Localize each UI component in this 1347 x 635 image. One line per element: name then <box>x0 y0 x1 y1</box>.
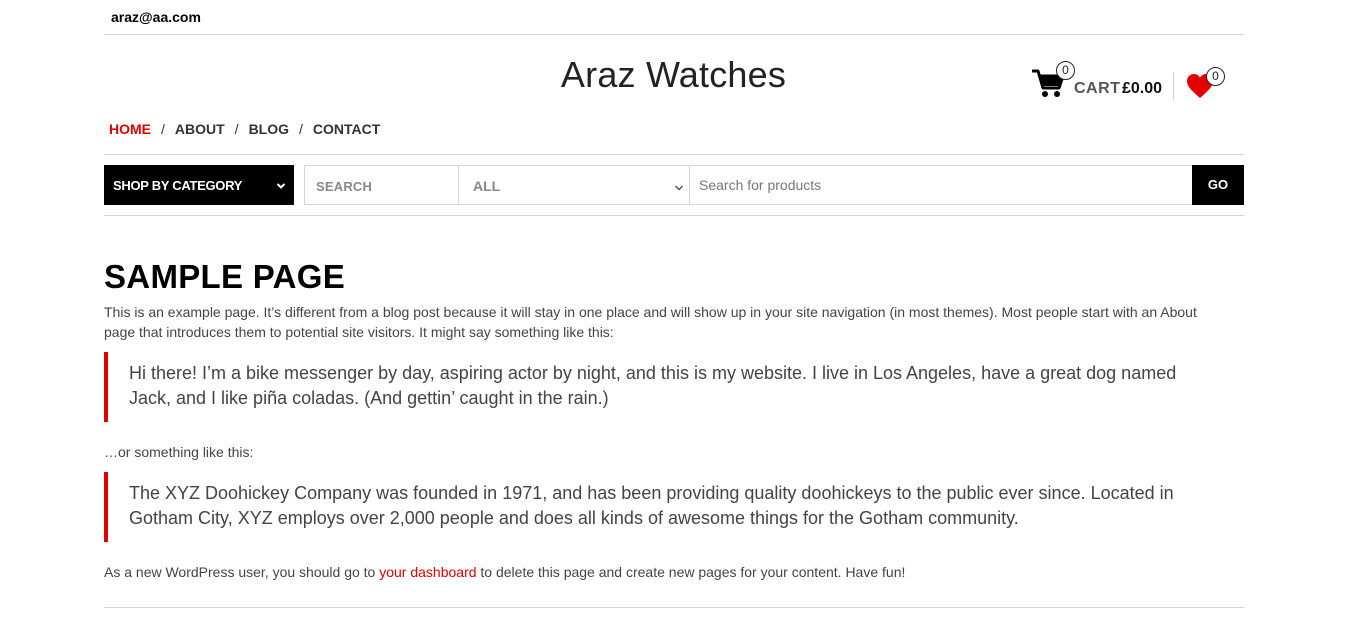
intro-paragraph: This is an example page. It’s different … <box>104 304 1197 340</box>
divider <box>104 215 1244 216</box>
blockquote: The XYZ Doohickey Company was founded in… <box>104 472 1214 542</box>
nav-item-contact[interactable]: CONTACT <box>313 121 380 137</box>
search-label: SEARCH <box>316 179 373 194</box>
wishlist-count-badge: 0 <box>1206 67 1225 86</box>
shop-by-category-button[interactable]: SHOP BY CATEGORY <box>104 165 294 205</box>
nav-item-about[interactable]: ABOUT <box>175 121 225 137</box>
page-title: SAMPLE PAGE <box>104 258 346 295</box>
blockquote: Hi there! I’m a bike messenger by day, a… <box>104 352 1214 422</box>
user-email[interactable]: araz@aa.com <box>111 9 201 25</box>
quote-text: Hi there! I’m a bike messenger by day, a… <box>129 363 1177 408</box>
nav-separator: / <box>161 121 165 137</box>
category-select[interactable]: ALL <box>458 166 690 204</box>
between-paragraph: …or something like this: <box>104 444 254 460</box>
outro-text: to delete this page and create new pages… <box>476 564 906 580</box>
divider <box>104 154 1244 155</box>
chevron-down-icon <box>276 179 286 189</box>
chevron-down-icon <box>674 180 684 191</box>
nav-separator: / <box>234 121 239 137</box>
category-select-value: ALL <box>473 178 501 194</box>
go-button[interactable]: GO <box>1192 165 1244 205</box>
search-box: SEARCH ALL <box>304 165 1244 205</box>
nav-item-home[interactable]: HOME <box>109 121 151 137</box>
cart-amount[interactable]: £0.00 <box>1122 80 1162 98</box>
divider <box>104 607 1244 608</box>
main-nav: HOME / ABOUT / BLOG / CONTACT <box>109 121 380 137</box>
quote-text: The XYZ Doohickey Company was founded in… <box>129 483 1174 528</box>
shop-by-category-label: SHOP BY CATEGORY <box>113 177 243 193</box>
outro-paragraph: As a new WordPress user, you should go t… <box>104 562 1214 582</box>
cart-count-badge: 0 <box>1056 61 1075 80</box>
top-bar: araz@aa.com <box>104 0 1244 35</box>
nav-item-blog[interactable]: BLOG <box>249 121 289 137</box>
search-bar: SHOP BY CATEGORY SEARCH ALL GO <box>104 165 1244 205</box>
cart-label[interactable]: CART <box>1074 80 1120 98</box>
search-input[interactable] <box>691 166 1191 204</box>
nav-separator: / <box>299 121 303 137</box>
dashboard-link[interactable]: your dashboard <box>379 564 476 580</box>
header-divider <box>1173 72 1174 100</box>
outro-text: As a new WordPress user, you should go t… <box>104 564 380 580</box>
